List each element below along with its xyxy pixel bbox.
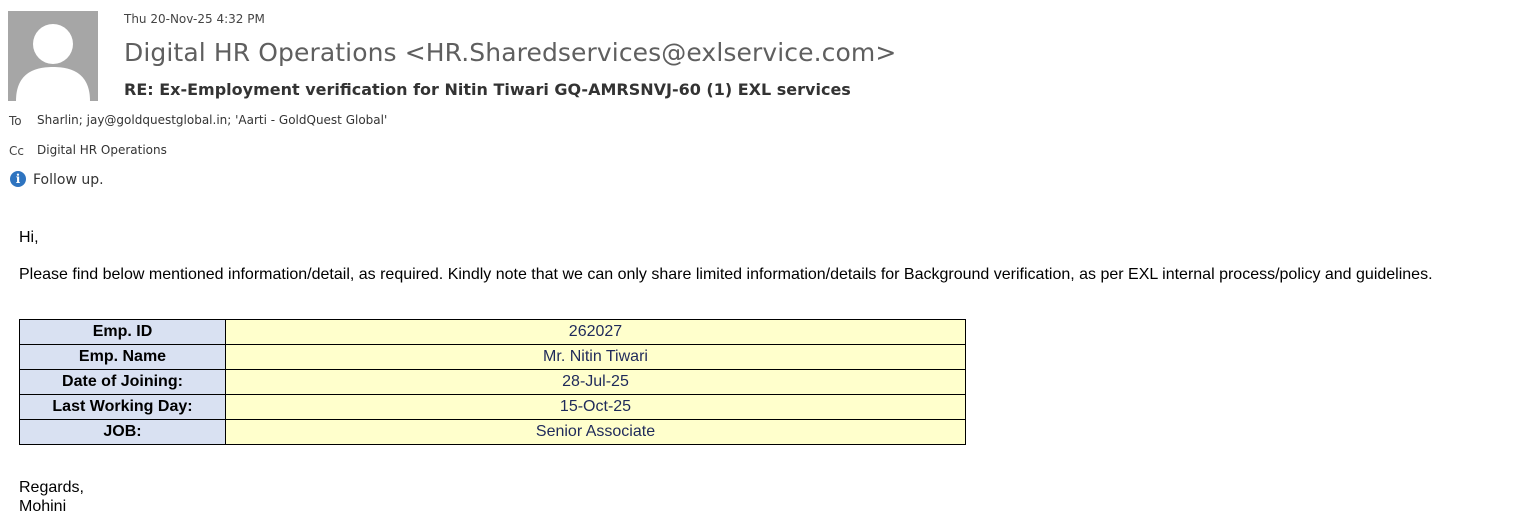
to-label: To: [9, 114, 22, 128]
closing: Regards,: [19, 479, 84, 496]
table-value-cell: Senior Associate: [225, 419, 966, 445]
body-paragraph: Please find below mentioned information/…: [19, 266, 1433, 283]
table-label-cell: Emp. ID: [19, 319, 226, 345]
signature: Mohini: [19, 498, 67, 515]
employee-details-table: Emp. ID 262027 Emp. Name Mr. Nitin Tiwar…: [19, 319, 966, 445]
message-date: Thu 20-Nov-25 4:32 PM: [124, 12, 265, 26]
sender-name[interactable]: Digital HR Operations <HR.Sharedservices…: [124, 38, 896, 67]
greeting: Hi,: [19, 229, 39, 246]
table-row: Emp. Name Mr. Nitin Tiwari: [19, 344, 966, 370]
sender-avatar: [8, 11, 98, 101]
table-row: Emp. ID 262027: [19, 319, 966, 345]
table-label-cell: JOB:: [19, 419, 226, 445]
message-subject: RE: Ex-Employment verification for Nitin…: [124, 80, 851, 99]
table-row: JOB: Senior Associate: [19, 419, 966, 445]
table-value-cell: Mr. Nitin Tiwari: [225, 344, 966, 370]
to-recipients[interactable]: Sharlin; jay@goldquestglobal.in; 'Aarti …: [37, 113, 387, 127]
table-value-cell: 262027: [225, 319, 966, 345]
table-label-cell: Date of Joining:: [19, 369, 226, 395]
table-row: Date of Joining: 28-Jul-25: [19, 369, 966, 395]
cc-recipients[interactable]: Digital HR Operations: [37, 143, 167, 157]
table-value-cell: 15-Oct-25: [225, 394, 966, 420]
message-header: Thu 20-Nov-25 4:32 PM Digital HR Operati…: [0, 0, 1521, 200]
person-silhouette-icon: [8, 11, 98, 101]
follow-up-flag: Follow up.: [33, 172, 104, 188]
table-row: Last Working Day: 15-Oct-25: [19, 394, 966, 420]
table-label-cell: Last Working Day:: [19, 394, 226, 420]
cc-label: Cc: [9, 144, 24, 158]
table-label-cell: Emp. Name: [19, 344, 226, 370]
info-icon: i: [10, 171, 26, 187]
table-value-cell: 28-Jul-25: [225, 369, 966, 395]
